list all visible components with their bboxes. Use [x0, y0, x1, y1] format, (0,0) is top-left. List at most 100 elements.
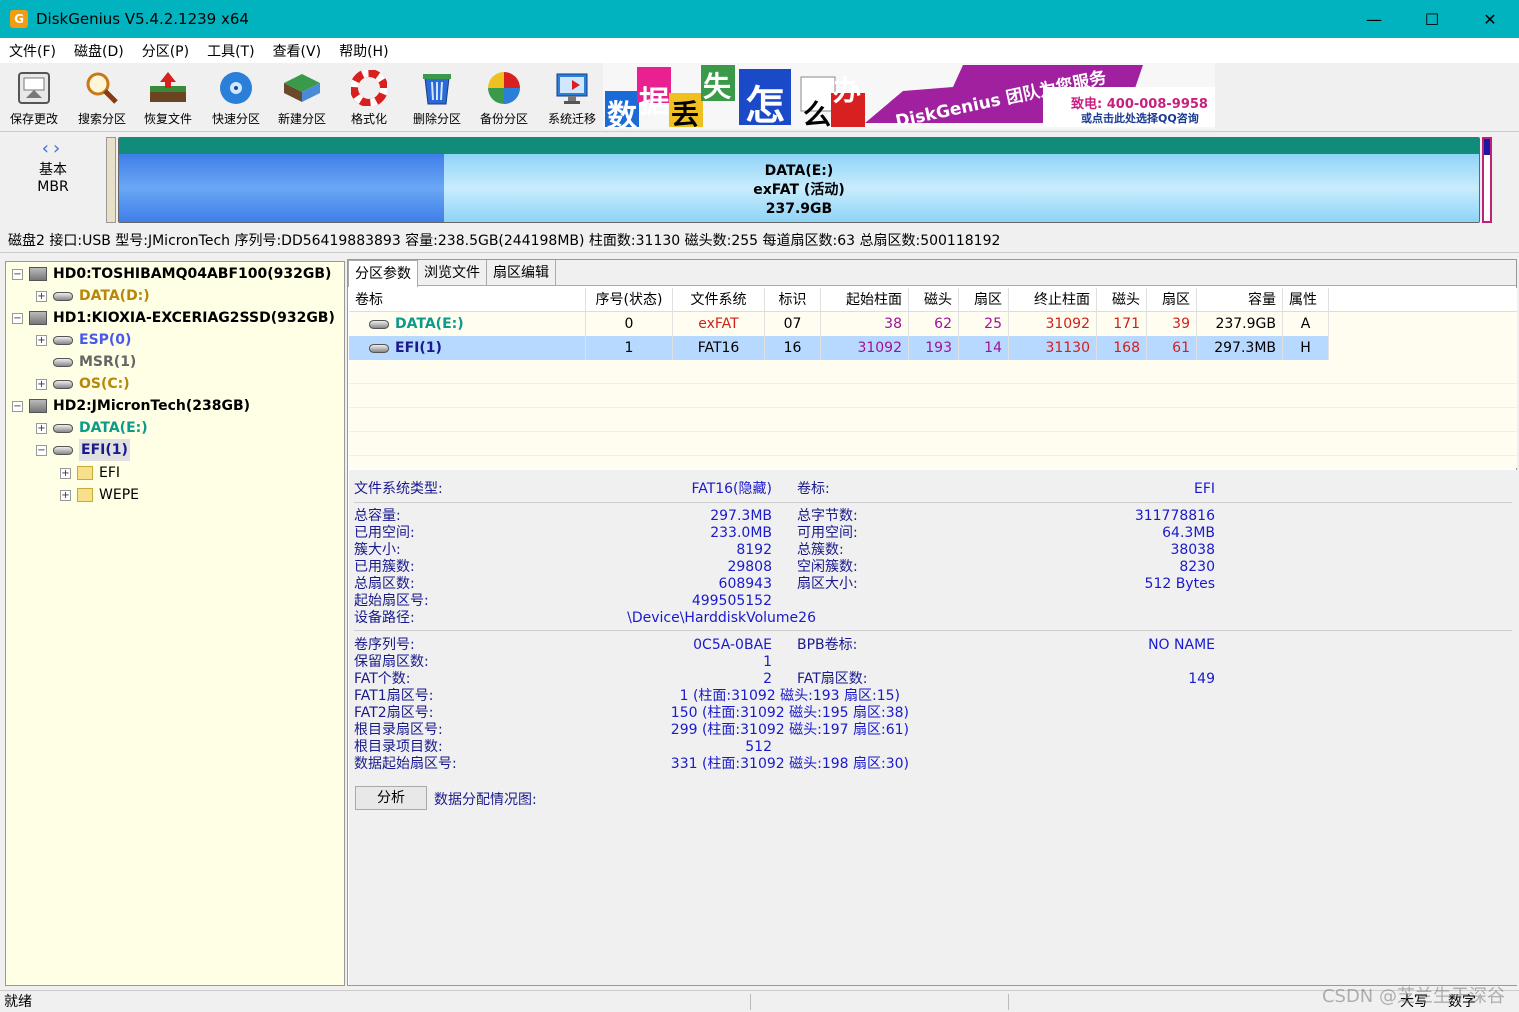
tree-node-hd0[interactable]: − HD0:TOSHIBAMQ04ABF100(932GB)	[12, 263, 331, 285]
disk-nav-arrows[interactable]: ‹›	[20, 138, 86, 159]
col-header-end-cyl[interactable]: 终止柱面	[1009, 288, 1097, 312]
start-sector-label: 起始扇区号:	[354, 593, 429, 609]
col-header-start-head[interactable]: 磁头	[909, 288, 959, 312]
tree-node-hd2-efi[interactable]: − EFI(1)	[36, 439, 130, 461]
partition-block-name: DATA(E:)	[764, 163, 834, 179]
quick-partition-button[interactable]: 快速分区	[204, 67, 268, 129]
close-button[interactable]: ✕	[1461, 0, 1519, 38]
table-row-selected[interactable]: EFI(1) 1 FAT16 16 31092 193 14 31130 168…	[349, 336, 1329, 360]
tree-node-hd1-os[interactable]: + OS(C:)	[36, 373, 130, 395]
quick-partition-icon	[216, 69, 256, 107]
col-header-id[interactable]: 标识	[765, 288, 821, 312]
partition-icon	[53, 357, 73, 367]
tree-node-hd0-data[interactable]: + DATA(D:)	[36, 285, 150, 307]
total-bytes-value: 311778816	[1134, 508, 1215, 524]
col-header-start-cyl[interactable]: 起始柱面	[821, 288, 909, 312]
cell-start-head: 62	[909, 312, 959, 336]
status-bar: 就绪 大写 数字	[0, 990, 1519, 1012]
tree-label: ESP(0)	[79, 332, 132, 348]
system-migration-button[interactable]: 系统迁移	[540, 67, 604, 129]
col-header-attr[interactable]: 属性	[1283, 288, 1329, 312]
tree-node-hd2-data[interactable]: + DATA(E:)	[36, 417, 148, 439]
recover-files-button[interactable]: 恢复文件	[136, 67, 200, 129]
tab-browse-files[interactable]: 浏览文件	[418, 260, 487, 286]
volume-label-label: 卷标:	[797, 481, 830, 497]
device-path-value: \Device\HarddiskVolume26	[627, 610, 816, 626]
expand-icon[interactable]: +	[36, 290, 47, 302]
collapse-icon[interactable]: −	[12, 312, 23, 324]
tree-node-efi-folder[interactable]: + EFI	[60, 462, 120, 484]
backup-partition-button[interactable]: 备份分区	[472, 67, 536, 129]
menu-tools[interactable]: 工具(T)	[198, 41, 263, 61]
tree-label: EFI	[99, 465, 121, 481]
delete-partition-label: 删除分区	[412, 112, 461, 126]
col-header-volume[interactable]: 卷标	[349, 288, 586, 312]
delete-partition-button[interactable]: 删除分区	[405, 67, 469, 129]
search-partition-button[interactable]: 搜索分区	[70, 67, 134, 129]
root-entries-value: 512	[745, 739, 772, 755]
collapse-icon[interactable]: −	[12, 268, 23, 280]
minimize-button[interactable]: —	[1345, 0, 1403, 38]
tree-node-hd1-esp[interactable]: + ESP(0)	[36, 329, 131, 351]
root-entries-label: 根目录项目数:	[354, 739, 443, 755]
col-header-fs[interactable]: 文件系统	[673, 288, 765, 312]
tree-node-wepe-folder[interactable]: + WEPE	[60, 484, 139, 506]
col-header-end-sector[interactable]: 扇区	[1147, 288, 1197, 312]
partition-block-label: DATA(E:) exFAT (活动) 237.9GB	[119, 162, 1479, 219]
tree-label: DATA(D:)	[79, 288, 150, 304]
format-icon	[349, 69, 389, 107]
partition-bar-left-edge	[106, 137, 116, 223]
used-clusters-label: 已用簇数:	[354, 559, 415, 575]
cell-fs: FAT16	[673, 336, 765, 360]
col-header-end-head[interactable]: 磁头	[1097, 288, 1147, 312]
fat1-sector-label: FAT1扇区号:	[354, 688, 434, 704]
expand-icon[interactable]: +	[60, 467, 71, 479]
expand-icon[interactable]: +	[60, 489, 71, 501]
tree-node-hd1-msr[interactable]: MSR(1)	[53, 351, 136, 373]
table-row-empty	[349, 432, 1517, 456]
fat2-sector-value: 150 (柱面:31092 磁头:195 扇区:38)	[670, 705, 909, 721]
collapse-icon[interactable]: −	[36, 444, 47, 456]
banner-qq: 或点击此处选择QQ咨询	[1081, 112, 1199, 125]
menu-partition[interactable]: 分区(P)	[133, 41, 198, 61]
tab-sector-edit[interactable]: 扇区编辑	[487, 260, 556, 286]
cell-capacity: 237.9GB	[1197, 312, 1283, 336]
tree-node-hd1[interactable]: − HD1:KIOXIA-EXCERIAG2SSD(932GB)	[12, 307, 335, 329]
cell-volume: DATA(E:)	[349, 312, 586, 336]
fat1-sector-value: 1 (柱面:31092 磁头:193 扇区:15)	[679, 688, 900, 704]
table-row[interactable]: DATA(E:) 0 exFAT 07 38 62 25 31092 171 3…	[349, 312, 1517, 336]
cell-id: 07	[765, 312, 821, 336]
cell-index: 0	[586, 312, 673, 336]
reserved-sectors-label: 保留扇区数:	[354, 654, 429, 670]
hard-disk-icon	[29, 311, 47, 325]
tree-label: WEPE	[99, 487, 139, 503]
tree-node-hd2[interactable]: − HD2:JMicronTech(238GB)	[12, 395, 250, 417]
expand-icon[interactable]: +	[36, 378, 47, 390]
analyze-button[interactable]: 分析	[355, 786, 427, 810]
folder-icon	[77, 488, 93, 502]
col-header-capacity[interactable]: 容量	[1197, 288, 1283, 312]
divider	[354, 630, 1512, 631]
expand-icon[interactable]: +	[36, 422, 47, 434]
collapse-icon[interactable]: −	[12, 400, 23, 412]
expand-icon[interactable]: +	[36, 334, 47, 346]
menu-disk[interactable]: 磁盘(D)	[65, 41, 133, 61]
maximize-button[interactable]: ☐	[1403, 0, 1461, 38]
tab-partition-params[interactable]: 分区参数	[348, 260, 418, 287]
efi-usage-strip	[1484, 139, 1490, 155]
partition-icon	[369, 319, 389, 329]
save-changes-button[interactable]: 保存更改	[2, 67, 66, 129]
partition-block-data-e[interactable]: DATA(E:) exFAT (活动) 237.9GB	[118, 137, 1480, 223]
col-header-start-sector[interactable]: 扇区	[959, 288, 1009, 312]
format-button[interactable]: 格式化	[337, 67, 401, 129]
menu-help[interactable]: 帮助(H)	[330, 41, 397, 61]
partition-block-efi[interactable]	[1482, 137, 1492, 223]
menu-view[interactable]: 查看(V)	[264, 41, 331, 61]
menu-file[interactable]: 文件(F)	[0, 41, 65, 61]
ad-banner[interactable]: 数 据 丢 失 怎 么 办 DiskGenius 团队为您服务 致电: 400-…	[603, 63, 1215, 129]
bpb-label: BPB卷标:	[797, 637, 858, 653]
new-partition-button[interactable]: 新建分区	[270, 67, 334, 129]
fat2-sector-label: FAT2扇区号:	[354, 705, 434, 721]
used-space-value: 233.0MB	[710, 525, 772, 541]
col-header-index[interactable]: 序号(状态)	[586, 288, 673, 312]
